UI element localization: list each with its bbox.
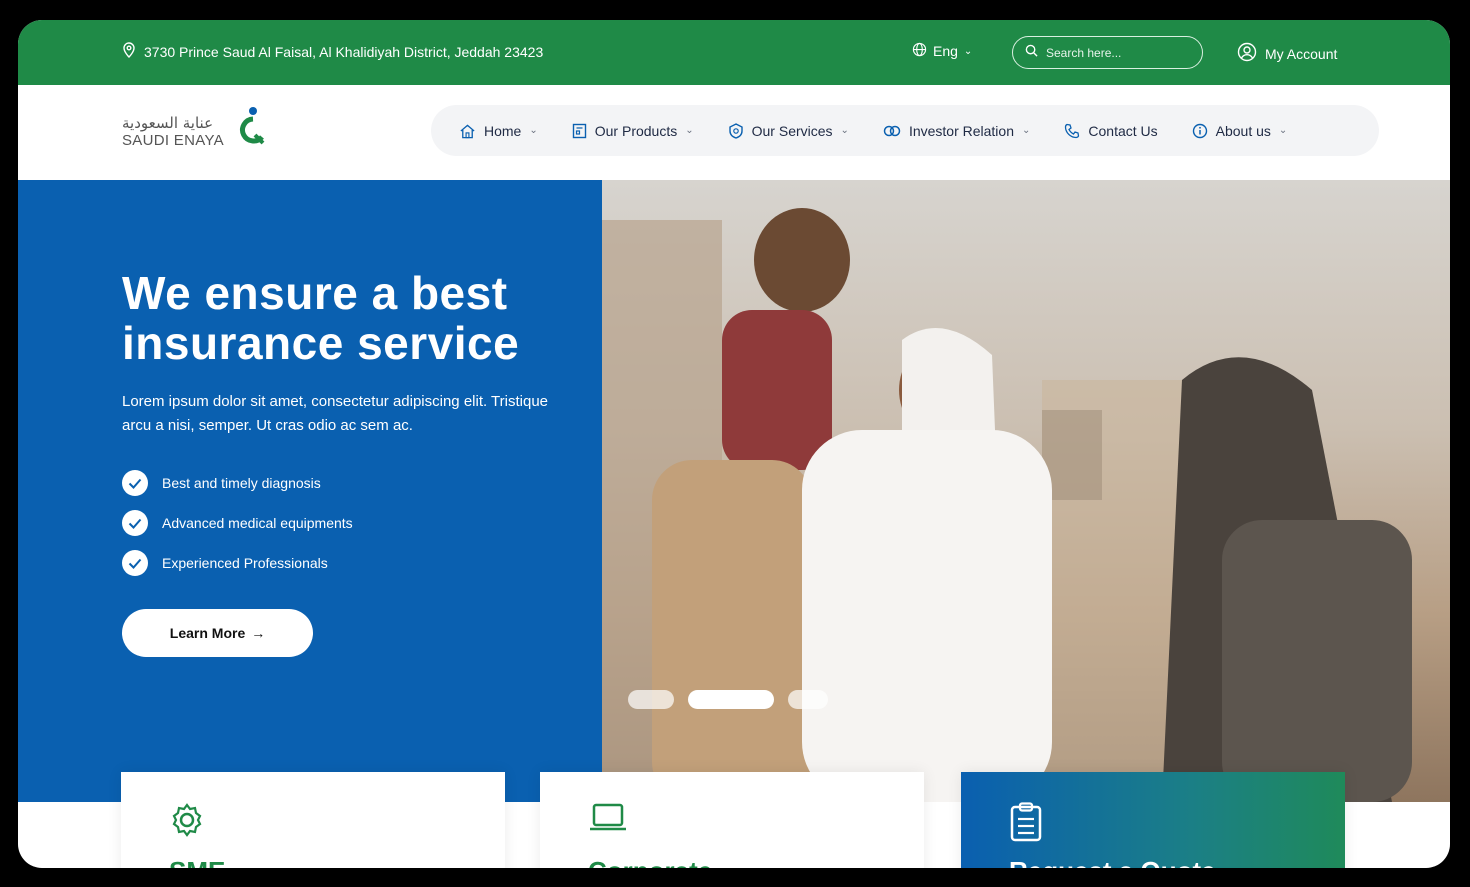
logo-mark-icon [240, 107, 265, 145]
card-title: Corporate [588, 856, 712, 868]
home-icon [460, 123, 475, 138]
search-input[interactable] [1046, 45, 1186, 60]
carousel-dot[interactable] [628, 690, 674, 709]
top-bar: 3730 Prince Saud Al Faisal, Al Khalidiya… [18, 20, 1450, 85]
logo-arabic: عناية السعودية [122, 114, 214, 132]
globe-icon [912, 42, 927, 60]
feature-item: Advanced medical equipments [122, 510, 353, 536]
user-circle-icon [1237, 42, 1257, 65]
card-title: Request a Quote [1009, 856, 1216, 868]
logo[interactable]: عناية السعودية SAUDI ENAYA [122, 105, 272, 151]
learn-more-label: Learn More [169, 625, 246, 641]
nav-investor-relation[interactable]: Investor Relation ⌄ [883, 123, 1030, 139]
nav-products-label: Our Products [594, 122, 678, 139]
chevron-down-icon: ⌄ [529, 125, 538, 136]
checkmark-icon [122, 550, 148, 576]
clipboard-icon [1010, 802, 1042, 842]
hero-title: We ensure a best insurance service [122, 267, 520, 369]
nav-about-label: About us [1215, 122, 1271, 139]
corporate-card[interactable]: Corporate [540, 772, 924, 868]
carousel-dot-active[interactable] [688, 690, 774, 709]
feature-label: Experienced Professionals [162, 555, 328, 571]
feature-item: Experienced Professionals [122, 550, 353, 576]
nav-contact-label: Contact Us [1088, 122, 1158, 139]
feature-item: Best and timely diagnosis [122, 470, 353, 496]
main-nav: Home ⌄ Our Products ⌄ Our Services ⌄ Inv… [431, 105, 1379, 156]
request-quote-card[interactable]: Request a Quote [961, 772, 1345, 868]
services-icon [728, 122, 743, 139]
header: عناية السعودية SAUDI ENAYA Home ⌄ Our Pr… [18, 85, 1450, 180]
my-account-link[interactable]: My Account [1237, 42, 1337, 65]
screen: 3730 Prince Saud Al Faisal, Al Khalidiya… [18, 20, 1450, 868]
nav-contact-us[interactable]: Contact Us [1064, 122, 1158, 139]
nav-services-label: Our Services [751, 122, 833, 139]
feature-list: Best and timely diagnosis Advanced medic… [122, 470, 353, 590]
nav-home-label: Home [484, 122, 522, 139]
chevron-down-icon: ⌄ [840, 125, 849, 136]
feature-label: Advanced medical equipments [162, 515, 353, 531]
checkmark-icon [122, 510, 148, 536]
laptop-icon [590, 803, 626, 831]
address-text: 3730 Prince Saud Al Faisal, Al Khalidiya… [144, 43, 544, 60]
learn-more-button[interactable]: Learn More → [122, 609, 313, 657]
device-frame: 3730 Prince Saud Al Faisal, Al Khalidiya… [0, 0, 1470, 887]
search-box[interactable] [1012, 36, 1203, 69]
language-selector[interactable]: Eng ⌄ [912, 42, 972, 60]
nav-home[interactable]: Home ⌄ [459, 123, 538, 139]
carousel-dot[interactable] [788, 690, 828, 709]
card-title: SME [169, 856, 225, 868]
nav-investor-label: Investor Relation [908, 122, 1014, 139]
chevron-down-icon: ⌄ [1278, 125, 1288, 136]
investor-icon [883, 125, 901, 136]
checkmark-icon [122, 470, 148, 496]
carousel-indicators [628, 690, 828, 709]
logo-english: SAUDI ENAYA [122, 132, 224, 149]
hero-description: Lorem ipsum dolor sit amet, consectetur … [122, 393, 549, 434]
search-icon [1025, 44, 1038, 62]
sme-card[interactable]: SME [121, 772, 505, 868]
chevron-down-icon: ⌄ [1022, 125, 1031, 136]
arrow-right-icon: → [251, 625, 266, 641]
gear-icon [172, 803, 202, 837]
hero-image [602, 180, 1450, 802]
account-label: My Account [1265, 45, 1338, 62]
phone-icon [1065, 123, 1080, 138]
chevron-down-icon: ⌄ [963, 45, 973, 57]
nav-about-us[interactable]: About us ⌄ [1192, 122, 1288, 139]
language-label: Eng [933, 43, 958, 59]
feature-label: Best and timely diagnosis [162, 475, 321, 491]
location-pin-icon [122, 42, 136, 61]
address: 3730 Prince Saud Al Faisal, Al Khalidiya… [122, 42, 543, 61]
nav-our-products[interactable]: Our Products ⌄ [572, 123, 694, 139]
chevron-down-icon: ⌄ [685, 125, 694, 136]
nav-our-services[interactable]: Our Services ⌄ [728, 123, 849, 139]
products-icon [572, 123, 586, 138]
info-icon [1192, 123, 1207, 138]
